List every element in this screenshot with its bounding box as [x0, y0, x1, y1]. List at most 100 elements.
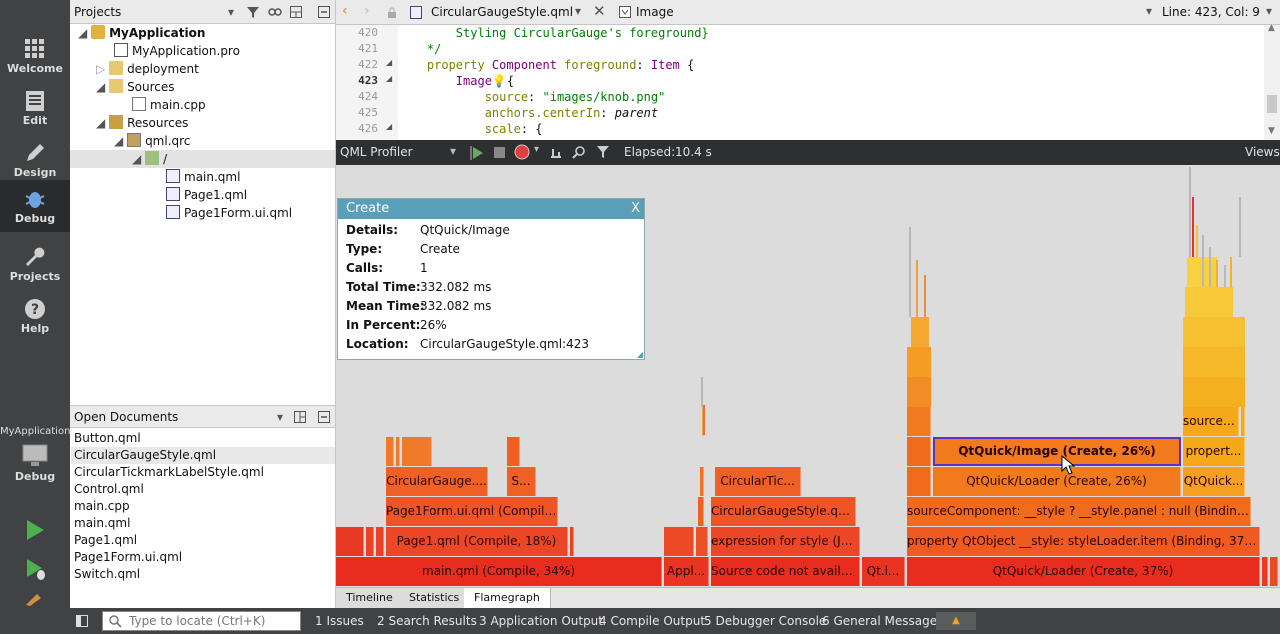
editor-scrollbar[interactable]: ▲ ▼ — [1264, 23, 1280, 140]
fold-marker-icon[interactable]: ◢ — [386, 58, 392, 67]
flame-block-selected[interactable]: QtQuick/Image (Create, 26%) — [933, 437, 1181, 466]
flame-block[interactable] — [907, 347, 931, 377]
flame-block[interactable] — [376, 527, 384, 556]
tree-item-pro[interactable]: MyApplication.pro — [114, 42, 240, 60]
flame-block[interactable]: Page1Form.ui.qml (Compile,... — [386, 497, 558, 526]
tree-item-page1-qml[interactable]: Page1.qml — [166, 186, 247, 204]
flame-block[interactable] — [1183, 377, 1245, 407]
flame-block[interactable] — [1270, 557, 1278, 586]
tree-item-sources[interactable]: ◢ Sources — [96, 78, 175, 96]
tab-timeline[interactable]: Timeline — [336, 588, 404, 609]
flame-block[interactable] — [396, 437, 400, 466]
open-document-item[interactable]: Page1.qml — [74, 532, 137, 549]
stop-icon[interactable] — [493, 146, 506, 159]
close-file-icon[interactable]: ✕ — [593, 2, 606, 20]
forward-icon[interactable]: › — [364, 3, 370, 19]
toggle-sidebar-icon[interactable] — [76, 615, 88, 627]
flame-block[interactable]: Appl... — [664, 557, 709, 586]
pane-general-messages[interactable]: 6 General Messages — [822, 608, 943, 634]
open-documents-dropdown-icon[interactable]: ▾ — [277, 406, 283, 428]
tree-item-main-cpp[interactable]: main.cpp — [132, 96, 206, 114]
flame-block[interactable]: property QtObject __style: styleLoader.i… — [907, 527, 1260, 556]
flame-block[interactable]: QtQuick... — [1183, 467, 1245, 496]
flame-block[interactable] — [911, 317, 929, 347]
locator-input[interactable]: Type to locate (Ctrl+K) — [102, 611, 301, 631]
flame-block[interactable]: sourceComponent: __style ? __style.panel… — [907, 497, 1251, 526]
profiler-dropdown-icon[interactable]: ▾ — [450, 144, 456, 158]
back-icon[interactable]: ‹ — [342, 3, 348, 19]
flame-block[interactable] — [907, 467, 931, 496]
flame-block[interactable] — [570, 527, 574, 556]
cursor-position[interactable]: Line: 423, Col: 9 — [1162, 5, 1260, 19]
flame-block[interactable] — [700, 467, 704, 496]
flame-block[interactable] — [507, 437, 520, 466]
flame-block[interactable] — [907, 437, 931, 466]
pane-debugger-console[interactable]: 5 Debugger Console — [704, 608, 826, 634]
pane-search-results[interactable]: 2 Search Results — [377, 608, 477, 634]
open-document-item[interactable]: Button.qml — [74, 430, 141, 447]
open-document-item[interactable]: Switch.qml — [74, 566, 140, 583]
flame-block[interactable] — [1241, 407, 1245, 436]
flame-block[interactable] — [907, 407, 931, 436]
mode-welcome[interactable]: Welcome — [0, 30, 70, 82]
scroll-down-icon[interactable]: ▼ — [1268, 126, 1275, 136]
tree-item-root-prefix[interactable]: ◢ / — [70, 150, 335, 168]
fold-marker-icon[interactable]: ◢ — [386, 74, 392, 83]
tree-item-deployment[interactable]: ▷ deployment — [96, 60, 199, 78]
link-icon[interactable] — [268, 6, 282, 18]
flame-block[interactable]: CircularGaugeStyle.qml... — [711, 497, 856, 526]
filter-icon[interactable] — [247, 6, 259, 18]
flame-block[interactable]: main.qml (Compile, 34%) — [336, 557, 662, 586]
profiler-selector[interactable]: QML Profiler — [340, 145, 413, 159]
pane-options-button[interactable]: ▲ — [936, 612, 976, 630]
pane-application-output[interactable]: 3 Application Output — [479, 608, 603, 634]
debug-run-icon[interactable] — [22, 556, 48, 582]
run-icon[interactable] — [22, 517, 48, 543]
mode-help[interactable]: ? Help — [0, 290, 70, 342]
scrollbar-thumb[interactable] — [1267, 95, 1277, 113]
open-document-item[interactable]: Control.qml — [74, 481, 144, 498]
flame-block[interactable] — [1183, 347, 1245, 377]
flame-block[interactable]: expression for style (Jav... — [711, 527, 860, 556]
search-icon[interactable] — [572, 145, 586, 159]
ranges-icon[interactable] — [549, 145, 563, 159]
tree-item-resources[interactable]: ◢ Resources — [96, 114, 188, 132]
flame-block[interactable] — [386, 437, 394, 466]
symbol-dropdown-icon[interactable]: ▾ — [1146, 4, 1152, 18]
projects-dropdown-icon[interactable]: ▾ — [228, 0, 234, 24]
fold-marker-icon[interactable]: ◢ — [386, 122, 392, 131]
record-dropdown-icon[interactable]: ▾ — [534, 144, 539, 155]
close-pane-icon[interactable] — [318, 6, 330, 18]
flame-block[interactable] — [402, 437, 432, 466]
record-icon[interactable] — [514, 144, 530, 160]
flame-block[interactable] — [1185, 287, 1233, 317]
open-document-item[interactable]: Page1Form.ui.qml — [74, 549, 182, 566]
mode-edit[interactable]: Edit — [0, 82, 70, 134]
flame-block[interactable]: S... — [507, 467, 536, 496]
flame-block[interactable]: Source code not availab... — [711, 557, 860, 586]
flame-block[interactable]: propert... — [1183, 437, 1245, 466]
tree-item-qml-qrc[interactable]: ◢ qml.qrc — [114, 132, 190, 150]
open-document-item[interactable]: CircularGaugeStyle.qml — [71, 447, 335, 464]
editor-split-icon[interactable]: ▾ — [1266, 4, 1272, 18]
current-symbol[interactable]: Image — [636, 5, 674, 19]
flame-block[interactable] — [1183, 317, 1245, 347]
mode-debug[interactable]: Debug — [0, 180, 70, 232]
open-document-item[interactable]: main.cpp — [74, 498, 130, 515]
tree-item-page1form-qml[interactable]: Page1Form.ui.qml — [166, 204, 292, 222]
split-icon[interactable] — [290, 6, 302, 18]
close-pane-icon[interactable] — [318, 411, 330, 423]
flame-block[interactable]: QtQuick/Loader (Create, 26%) — [933, 467, 1181, 496]
flame-block[interactable]: CircularTic... — [715, 467, 801, 496]
pane-issues[interactable]: 1 Issues — [315, 608, 364, 634]
tab-statistics[interactable]: Statistics — [399, 588, 471, 609]
tab-flamegraph[interactable]: Flamegraph — [464, 588, 551, 609]
flame-block[interactable] — [664, 527, 694, 556]
mode-design[interactable]: Design — [0, 134, 70, 186]
flame-block[interactable]: Page1.qml (Compile, 18%) — [386, 527, 568, 556]
flame-block[interactable]: QtQuick/Loader (Create, 37%) — [907, 557, 1260, 586]
flame-block[interactable]: Qt.l... — [862, 557, 905, 586]
tree-item-main-qml[interactable]: main.qml — [166, 168, 240, 186]
flame-block[interactable] — [336, 527, 364, 556]
tree-item-myapplication[interactable]: ◢ MyApplication — [78, 24, 205, 42]
